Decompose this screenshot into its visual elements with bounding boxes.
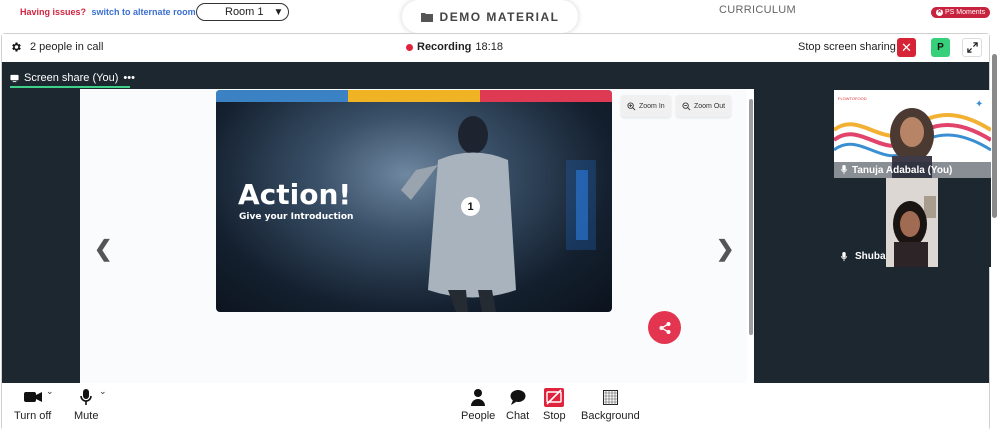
people-label: People xyxy=(461,410,496,422)
zoom-out-button[interactable]: Zoom Out xyxy=(676,95,732,117)
record-dot-icon xyxy=(406,43,413,51)
person-icon xyxy=(471,388,486,406)
chat-label: Chat xyxy=(506,410,530,422)
demo-material-label: DEMO MATERIAL xyxy=(439,9,560,24)
participant-name-self: Tanuja Adabala (You) xyxy=(852,164,953,176)
zoom-in-label: Zoom In xyxy=(639,102,665,110)
mic-icon xyxy=(841,251,847,261)
screen-share-tab[interactable]: Screen share (You) ••• xyxy=(10,69,135,87)
mute-label: Mute xyxy=(74,410,99,422)
stop-sharing-button[interactable]: ✕ xyxy=(897,38,916,57)
ps-moments-button[interactable]: ✕ PS Moments xyxy=(931,7,991,18)
chat-bubble-icon xyxy=(510,388,526,406)
issues-notice: Having issues? switch to alternate room xyxy=(20,7,196,17)
call-header: 2 people in call Recording 18:18 Stop sc… xyxy=(2,34,989,62)
next-slide-button[interactable]: ❯ xyxy=(716,236,734,262)
background-pattern-icon xyxy=(602,388,618,406)
camera-options-chevron-icon[interactable]: ⌄ xyxy=(46,386,54,397)
zoom-out-icon xyxy=(682,101,691,110)
demo-material-tab[interactable]: DEMO MATERIAL xyxy=(402,0,578,33)
mute-button[interactable]: Mute xyxy=(74,388,98,422)
presentation-slide: Action! Give your Introduction 1 xyxy=(216,90,612,312)
mic-options-chevron-icon[interactable]: ⌄ xyxy=(99,386,107,397)
slide-subtitle: Give your Introduction xyxy=(239,212,354,222)
caret-down-icon: ▼ xyxy=(273,6,284,18)
previous-slide-button[interactable]: ❮ xyxy=(94,236,112,262)
recording-indicator: Recording 18:18 xyxy=(406,41,503,53)
participant-label-shuba: Shuba xyxy=(840,251,886,262)
curriculum-tab[interactable]: CURRICULUM xyxy=(719,4,796,16)
microphone-icon xyxy=(80,388,93,406)
zoom-in-icon xyxy=(627,101,636,110)
page-scrollbar-thumb[interactable] xyxy=(992,54,997,218)
close-circle-icon: ✕ xyxy=(936,9,943,16)
background-button[interactable]: Background xyxy=(581,388,640,422)
slide-title: Action! xyxy=(238,178,352,211)
zoom-out-label: Zoom Out xyxy=(694,102,726,110)
people-count-label: 2 people in call xyxy=(30,41,104,53)
share-button[interactable] xyxy=(648,311,681,344)
participant-label-self: Tanuja Adabala (You) xyxy=(834,162,991,178)
call-window: 2 people in call Recording 18:18 Stop sc… xyxy=(1,33,991,431)
svg-text:FLOWTOFOOD: FLOWTOFOOD xyxy=(838,96,867,101)
chevron-left-icon: ❮ xyxy=(94,236,113,261)
slide-number-badge: 1 xyxy=(461,197,480,216)
recording-label: Recording xyxy=(417,41,472,53)
meeting-page: Having issues? switch to alternate room … xyxy=(0,0,1000,433)
people-button[interactable]: People xyxy=(461,388,495,422)
stop-label: Stop xyxy=(543,410,566,422)
fullscreen-button[interactable] xyxy=(962,38,982,57)
call-info: 2 people in call xyxy=(10,41,103,53)
turn-off-label: Turn off xyxy=(14,410,52,422)
ps-moments-label: PS Moments xyxy=(945,9,986,16)
room-selector[interactable]: Room 1 ▼ xyxy=(196,3,289,21)
background-label: Background xyxy=(581,410,640,422)
mic-icon xyxy=(841,165,847,175)
zoom-in-button[interactable]: Zoom In xyxy=(621,95,671,117)
avatar[interactable]: P xyxy=(931,38,950,57)
participant-name-shuba: Shuba xyxy=(855,251,886,262)
stop-screen-share-button[interactable]: Stop xyxy=(543,387,566,422)
screen-share-label: Screen share (You) xyxy=(24,72,119,84)
more-options-icon[interactable]: ••• xyxy=(123,72,135,84)
close-icon: ✕ xyxy=(901,39,912,55)
screen-share-icon xyxy=(10,74,19,82)
share-icon xyxy=(659,321,670,334)
top-bar: Having issues? switch to alternate room … xyxy=(0,0,1000,34)
folder-icon xyxy=(420,12,433,22)
call-toolbar: Turn off ⌄ Mute ⌄ People Chat Stop Backg… xyxy=(2,383,989,431)
recording-time: 18:18 xyxy=(475,41,503,53)
svg-text:✦: ✦ xyxy=(975,99,983,110)
slide-scrollbar-thumb[interactable] xyxy=(749,99,753,335)
expand-icon xyxy=(966,42,978,53)
chevron-right-icon: ❯ xyxy=(716,236,735,261)
active-tab-indicator xyxy=(10,86,130,88)
stop-screen-sharing-label: Stop screen sharing xyxy=(798,41,896,53)
issues-question: Having issues? xyxy=(20,7,87,17)
room-label: Room 1 xyxy=(225,6,264,18)
screen-share-off-icon xyxy=(544,387,565,407)
gear-icon[interactable] xyxy=(10,41,22,53)
alternate-room-link[interactable]: switch to alternate room xyxy=(92,7,196,17)
page-scrollbar[interactable] xyxy=(990,42,998,230)
chat-button[interactable]: Chat xyxy=(506,388,529,422)
video-camera-icon xyxy=(23,388,42,406)
